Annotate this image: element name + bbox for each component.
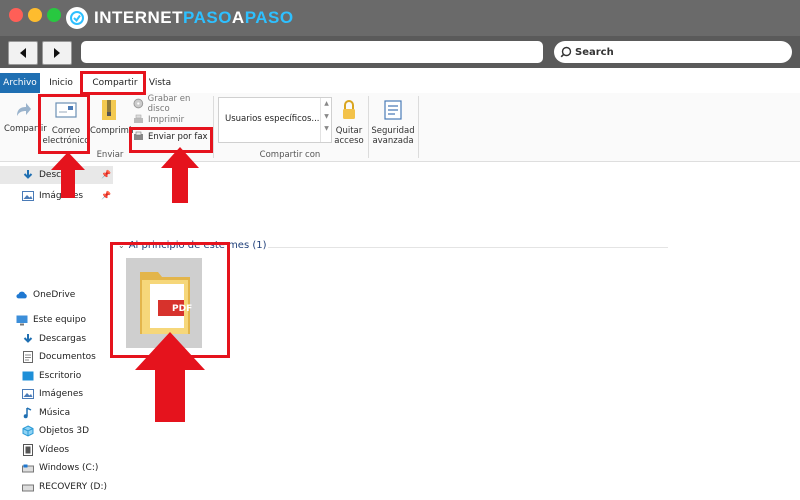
nav-windows-c-label: Windows (C:) <box>39 463 99 473</box>
drive-icon <box>22 481 34 493</box>
security-sheet-icon <box>384 100 402 120</box>
print-label: Imprimir <box>148 114 185 125</box>
security-label-line1: Seguridad <box>371 126 415 136</box>
compress-label: Comprimir <box>90 126 135 136</box>
nav-musica-label: Música <box>39 408 71 418</box>
download-arrow-icon <box>22 333 34 345</box>
back-button[interactable] <box>8 41 38 65</box>
ribbon-group-separator <box>368 96 369 158</box>
brand-part-1: INTERNET <box>94 8 183 27</box>
search-label: Search <box>575 46 614 58</box>
title-bar: INTERNETPASOAPASO <box>0 0 800 36</box>
group-header-rule <box>268 247 668 248</box>
brand-part-2: PASO <box>183 8 232 27</box>
brand-part-a: A <box>231 8 245 27</box>
pictures-icon <box>22 388 34 400</box>
remove-access-button[interactable]: Quitar acceso <box>333 98 365 148</box>
remove-access-line2: acceso <box>334 136 364 146</box>
cloud-icon <box>16 289 28 301</box>
tab-inicio[interactable]: Inicio <box>44 73 78 93</box>
share-icon <box>17 103 31 116</box>
nav-este-equipo[interactable]: Este equipo <box>16 312 86 328</box>
pictures-icon <box>22 190 34 202</box>
forward-arrow-icon <box>54 48 60 58</box>
music-note-icon <box>22 407 34 419</box>
nav-musica[interactable]: Música <box>22 405 70 421</box>
red-arrow-icon <box>161 147 199 203</box>
search-icon <box>560 46 572 58</box>
red-arrow-icon <box>51 152 85 198</box>
nav-imagenes[interactable]: Imágenes <box>22 386 83 402</box>
drive-icon <box>22 462 34 474</box>
chevron-up-icon[interactable]: ▲ <box>321 100 332 107</box>
nav-este-equipo-label: Este equipo <box>33 315 86 325</box>
disc-icon <box>133 98 144 109</box>
desktop-icon <box>22 370 34 382</box>
download-arrow-icon <box>22 169 34 181</box>
nav-documentos-label: Documentos <box>39 352 96 362</box>
nav-documentos[interactable]: Documentos <box>22 349 96 365</box>
burn-disc-button[interactable]: Grabar en disco <box>133 94 213 114</box>
nav-objetos-3d[interactable]: Objetos 3D <box>22 423 89 439</box>
chevron-down-icon[interactable]: ▼ <box>321 113 332 120</box>
nav-videos[interactable]: Vídeos <box>22 442 69 458</box>
print-button[interactable]: Imprimir <box>133 113 213 126</box>
nav-onedrive-label: OneDrive <box>33 290 76 300</box>
nav-videos-label: Vídeos <box>39 445 70 455</box>
red-arrow-icon <box>135 332 205 422</box>
printer-icon <box>134 114 143 123</box>
share-button[interactable]: Compartir <box>4 98 47 140</box>
nav-escritorio[interactable]: Escritorio <box>22 368 81 384</box>
gallery-scroll[interactable]: ▲ ▼ ▼ <box>320 98 332 142</box>
share-label: Compartir <box>4 124 47 134</box>
zip-folder-icon <box>102 100 116 120</box>
brand-part-3: PASO <box>244 8 294 27</box>
nav-objetos-3d-label: Objetos 3D <box>39 426 90 436</box>
tab-archivo[interactable]: Archivo <box>0 73 40 93</box>
close-window-button[interactable] <box>9 8 23 22</box>
share-with-gallery[interactable]: Usuarios específicos... ▲ ▼ ▼ <box>218 97 332 143</box>
nav-recovery-d-label: RECOVERY (D:) <box>39 482 108 492</box>
pin-icon[interactable]: 📌 <box>101 191 111 200</box>
security-label-line2: avanzada <box>372 136 414 146</box>
back-arrow-icon <box>20 48 26 58</box>
burn-disc-label: Grabar en disco <box>147 93 191 114</box>
nav-descargas-label: Descargas <box>39 334 87 344</box>
brand-name: INTERNETPASOAPASO <box>94 8 294 28</box>
lock-icon <box>343 100 355 119</box>
highlight-email-button <box>38 94 90 154</box>
group-label-compartir-con: Compartir con <box>259 150 321 160</box>
nav-windows-c[interactable]: Windows (C:) <box>22 460 98 476</box>
ribbon-group-separator <box>418 96 419 158</box>
forward-button[interactable] <box>42 41 72 65</box>
address-bar[interactable] <box>81 41 543 63</box>
computer-icon <box>16 314 28 326</box>
nav-imagenes-label: Imágenes <box>39 389 84 399</box>
search-field[interactable]: Search <box>554 41 792 63</box>
advanced-security-button[interactable]: Seguridad avanzada <box>370 98 416 148</box>
remove-access-line1: Quitar <box>335 126 363 136</box>
nav-recovery-d[interactable]: RECOVERY (D:) <box>22 479 107 495</box>
nav-onedrive[interactable]: OneDrive <box>16 287 75 303</box>
film-strip-icon <box>22 444 34 456</box>
highlight-compartir-tab <box>80 71 146 95</box>
navigation-bar: Search <box>0 36 800 68</box>
ribbon-group-separator <box>213 96 214 158</box>
specific-users-item[interactable]: Usuarios específicos... <box>222 112 320 126</box>
cube-3d-icon <box>22 425 34 437</box>
specific-users-label: Usuarios específicos... <box>225 114 320 124</box>
nav-escritorio-label: Escritorio <box>39 371 82 381</box>
group-label-enviar: Enviar <box>96 150 124 160</box>
compress-button[interactable]: Comprimir <box>90 98 135 140</box>
brand-watermark: INTERNETPASOAPASO <box>66 6 294 30</box>
minimize-window-button[interactable] <box>28 8 42 22</box>
nav-descargas[interactable]: Descargas <box>22 331 86 347</box>
zoom-window-button[interactable] <box>47 8 61 22</box>
pin-icon[interactable]: 📌 <box>101 170 111 179</box>
expand-icon[interactable]: ▼ <box>321 125 332 132</box>
brand-logo-icon <box>66 7 88 29</box>
documents-icon <box>22 351 34 363</box>
tab-vista[interactable]: Vista <box>146 73 174 93</box>
